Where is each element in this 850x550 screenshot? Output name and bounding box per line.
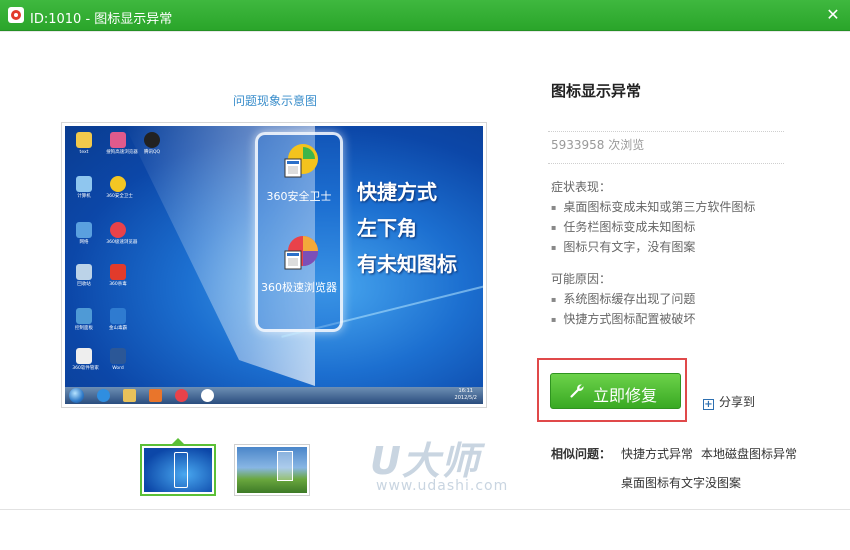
related-link-shortcut[interactable]: 快捷方式异常 <box>621 445 693 462</box>
plus-icon: + <box>703 399 714 410</box>
highlighted-label: 360极速浏览器 <box>261 281 337 294</box>
desktop-screenshot: text 搜狗高速浏览器 腾讯QQ 计算机 360安全卫士 网络 360极速浏览… <box>65 126 483 404</box>
thumbnail-image <box>237 447 307 493</box>
desktop-icon: 控制面板 <box>71 308 97 331</box>
close-button[interactable]: ✕ <box>822 4 844 26</box>
browser-icon <box>110 132 126 148</box>
watermark-logo: U大师 <box>370 439 480 483</box>
computer-icon <box>76 176 92 192</box>
symptom-item: 图标只有文字，没有图案 <box>551 238 695 255</box>
taskbar: 16:11 2012/5/2 <box>65 387 483 404</box>
360-safe-icon <box>110 176 126 192</box>
issue-title: 图标显示异常 <box>551 82 642 100</box>
overlay-text-line: 有未知图标 <box>357 252 457 276</box>
view-count: 5933958 次浏览 <box>551 138 645 152</box>
desktop-icon: 网络 <box>71 222 97 245</box>
duba-icon <box>110 308 126 324</box>
overlay-text-line: 快捷方式 <box>357 180 437 204</box>
desktop-icon: text <box>71 132 97 155</box>
360-antivirus-icon <box>110 264 126 280</box>
cause-item: 系统图标缓存出现了问题 <box>551 290 695 307</box>
desktop-icon: 360软件管家 <box>71 348 99 371</box>
thumbnail-1[interactable] <box>140 444 216 496</box>
desktop-icon: 计算机 <box>71 176 97 199</box>
control-panel-icon <box>76 308 92 324</box>
start-button-icon <box>69 388 84 403</box>
wrench-icon <box>570 384 584 398</box>
360-browser-icon <box>110 222 126 238</box>
desktop-icon: 360杀毒 <box>105 264 131 287</box>
360-safe-big-icon <box>284 144 318 178</box>
folder-icon <box>76 132 92 148</box>
divider <box>0 509 850 510</box>
causes-label: 可能原因： <box>551 272 612 286</box>
desktop-icon: 360安全卫士 <box>105 176 133 199</box>
desktop-icon: 金山毒霸 <box>105 308 131 331</box>
symptoms-label: 症状表现： <box>551 180 612 194</box>
word-icon <box>110 348 126 364</box>
related-label: 相似问题： <box>551 447 612 461</box>
cause-item: 快捷方式图标配置被破坏 <box>551 310 695 327</box>
fix-now-label: 立即修复 <box>593 386 658 405</box>
media-player-icon <box>149 389 162 402</box>
watermark: U大师 www.udashi.com <box>370 430 530 500</box>
network-icon <box>76 222 92 238</box>
thumbnail-2[interactable] <box>234 444 310 496</box>
divider <box>548 163 784 164</box>
software-manager-icon <box>76 348 92 364</box>
symptom-item: 桌面图标变成未知或第三方软件图标 <box>551 198 755 215</box>
title-bar: ID:1010 - 图标显示异常 ✕ <box>0 0 850 31</box>
related-link-disk-icon[interactable]: 本地磁盘图标异常 <box>701 445 797 462</box>
desktop-icon: 搜狗高速浏览器 <box>105 132 138 155</box>
preview-image: text 搜狗高速浏览器 腾讯QQ 计算机 360安全卫士 网络 360极速浏览… <box>61 122 487 408</box>
360-browser-taskbar-icon <box>175 389 188 402</box>
ie-icon <box>97 389 110 402</box>
360-browser-big-icon <box>284 236 318 270</box>
sogou-icon <box>201 389 214 402</box>
desktop-icon: Word <box>105 348 131 371</box>
desktop-icon: 360极速浏览器 <box>105 222 137 245</box>
preview-caption: 问题现象示意图 <box>232 94 317 108</box>
desktop-icon: 回收站 <box>71 264 97 287</box>
recycle-bin-icon <box>76 264 92 280</box>
thumbnail-image <box>144 448 212 492</box>
symptom-item: 任务栏图标变成未知图标 <box>551 218 695 235</box>
tray-clock: 16:11 2012/5/2 <box>454 388 477 401</box>
overlay-text-line: 左下角 <box>357 216 417 240</box>
share-button[interactable]: + 分享到 <box>703 393 755 410</box>
highlighted-icons-box: 360安全卫士 360极速浏览器 <box>255 132 343 332</box>
share-label: 分享到 <box>719 395 756 409</box>
highlighted-label: 360安全卫士 <box>266 190 332 203</box>
watermark-url: www.udashi.com <box>376 478 509 494</box>
app-logo-icon <box>8 7 24 23</box>
qq-icon <box>144 132 160 148</box>
fix-now-button[interactable]: 立即修复 <box>550 373 681 409</box>
related-link-text-no-image[interactable]: 桌面图标有文字没图案 <box>621 474 741 491</box>
explorer-icon <box>123 389 136 402</box>
divider <box>0 31 850 32</box>
window-title: ID:1010 - 图标显示异常 <box>30 12 173 27</box>
divider <box>548 131 784 132</box>
desktop-icon: 腾讯QQ <box>139 132 165 155</box>
